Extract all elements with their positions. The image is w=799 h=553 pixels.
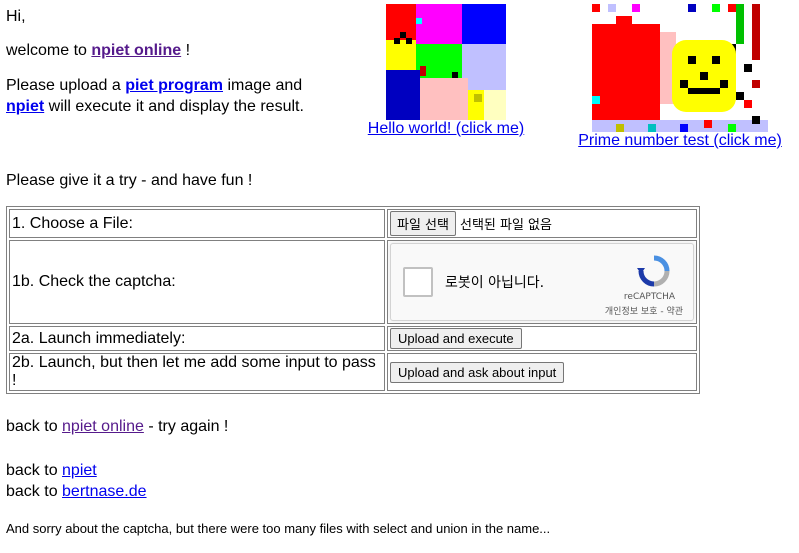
ask-cell: Upload and ask about input bbox=[387, 353, 697, 391]
welcome-suffix: ! bbox=[181, 42, 191, 59]
recaptcha-widget: 로봇이 아닙니다. reCAPTCHA 개인정보 보호 - 약관 bbox=[390, 243, 694, 321]
upload-suffix: image and bbox=[223, 77, 303, 94]
back-prefix: back to bbox=[6, 418, 63, 435]
hello-world-sample[interactable]: Hello world! (click me) bbox=[364, 4, 528, 138]
captcha-label: 로봇이 아닙니다. bbox=[445, 275, 545, 291]
form-row-captcha: 1b. Check the captcha: 로봇이 아닙니다. reCAPTC… bbox=[9, 240, 697, 324]
intro: Hi, welcome to npiet online ! Please upl… bbox=[6, 6, 366, 117]
back-npiet-line: back to npiet bbox=[6, 460, 147, 481]
back-npiet-online-link[interactable]: npiet online bbox=[62, 418, 144, 435]
hello-world-piet-image[interactable] bbox=[386, 4, 506, 120]
prime-number-sample[interactable]: Prime number test (click me) bbox=[572, 4, 788, 150]
upload-text: Please upload a bbox=[6, 77, 126, 94]
bertnase-link[interactable]: bertnase.de bbox=[62, 483, 147, 500]
file-status: 선택된 파일 없음 bbox=[459, 218, 552, 233]
form-label-captcha: 1b. Check the captcha: bbox=[9, 240, 385, 324]
back-online-line: back to npiet online - try again ! bbox=[6, 418, 228, 436]
captcha-links: 개인정보 보호 - 약관 bbox=[605, 304, 683, 317]
upload-ask-button[interactable]: Upload and ask about input bbox=[390, 361, 565, 383]
form-row-file: 1. Choose a File: 파일 선택 선택된 파일 없음 bbox=[9, 209, 697, 238]
captcha-apology: And sorry about the captcha, but there w… bbox=[6, 521, 551, 536]
piet-program-link[interactable]: piet program bbox=[125, 77, 223, 94]
upload-form: 1. Choose a File: 파일 선택 선택된 파일 없음 1b. Che… bbox=[6, 206, 700, 394]
form-row-execute: 2a. Launch immediately: Upload and execu… bbox=[9, 326, 697, 351]
terms-link[interactable]: 약관 bbox=[666, 307, 683, 317]
npiet-online-link[interactable]: npiet online bbox=[91, 42, 181, 59]
greeting: Hi, bbox=[6, 8, 26, 25]
back-prefix-3: back to bbox=[6, 483, 63, 500]
recaptcha-brand: reCAPTCHA bbox=[623, 292, 675, 302]
hello-world-link[interactable]: Hello world! (click me) bbox=[368, 120, 524, 137]
welcome-line: welcome to npiet online ! bbox=[6, 40, 366, 61]
prime-number-piet-image[interactable] bbox=[592, 4, 768, 132]
choose-file-button[interactable]: 파일 선택 bbox=[390, 211, 456, 236]
try-again-text: - try again ! bbox=[143, 418, 229, 435]
form-row-ask: 2b. Launch, but then let me add some inp… bbox=[9, 353, 697, 391]
captcha-cell: 로봇이 아닙니다. reCAPTCHA 개인정보 보호 - 약관 bbox=[387, 240, 697, 324]
prime-number-link[interactable]: Prime number test (click me) bbox=[578, 132, 782, 149]
try-text: Please give it a try - and have fun ! bbox=[6, 172, 253, 189]
upload-execute-button[interactable]: Upload and execute bbox=[390, 328, 522, 349]
npiet-link[interactable]: npiet bbox=[6, 98, 44, 115]
form-label-file: 1. Choose a File: bbox=[9, 209, 385, 238]
captcha-checkbox[interactable] bbox=[403, 267, 433, 297]
execute-cell: Upload and execute bbox=[387, 326, 697, 351]
welcome-text: welcome to bbox=[6, 42, 92, 59]
form-label-execute: 2a. Launch immediately: bbox=[9, 326, 385, 351]
back-prefix-2: back to bbox=[6, 462, 63, 479]
recaptcha-logo-icon bbox=[637, 255, 670, 287]
form-label-ask: 2b. Launch, but then let me add some inp… bbox=[9, 353, 385, 391]
back-links: back to npiet back to bertnase.de bbox=[6, 460, 147, 502]
back-npiet-link[interactable]: npiet bbox=[62, 462, 97, 479]
execute-text: will execute it and display the result. bbox=[44, 98, 304, 115]
upload-instructions: Please upload a piet program image and np… bbox=[6, 75, 366, 117]
privacy-link[interactable]: 개인정보 보호 bbox=[605, 307, 658, 317]
back-bertnase-line: back to bertnase.de bbox=[6, 481, 147, 502]
file-cell: 파일 선택 선택된 파일 없음 bbox=[387, 209, 697, 238]
